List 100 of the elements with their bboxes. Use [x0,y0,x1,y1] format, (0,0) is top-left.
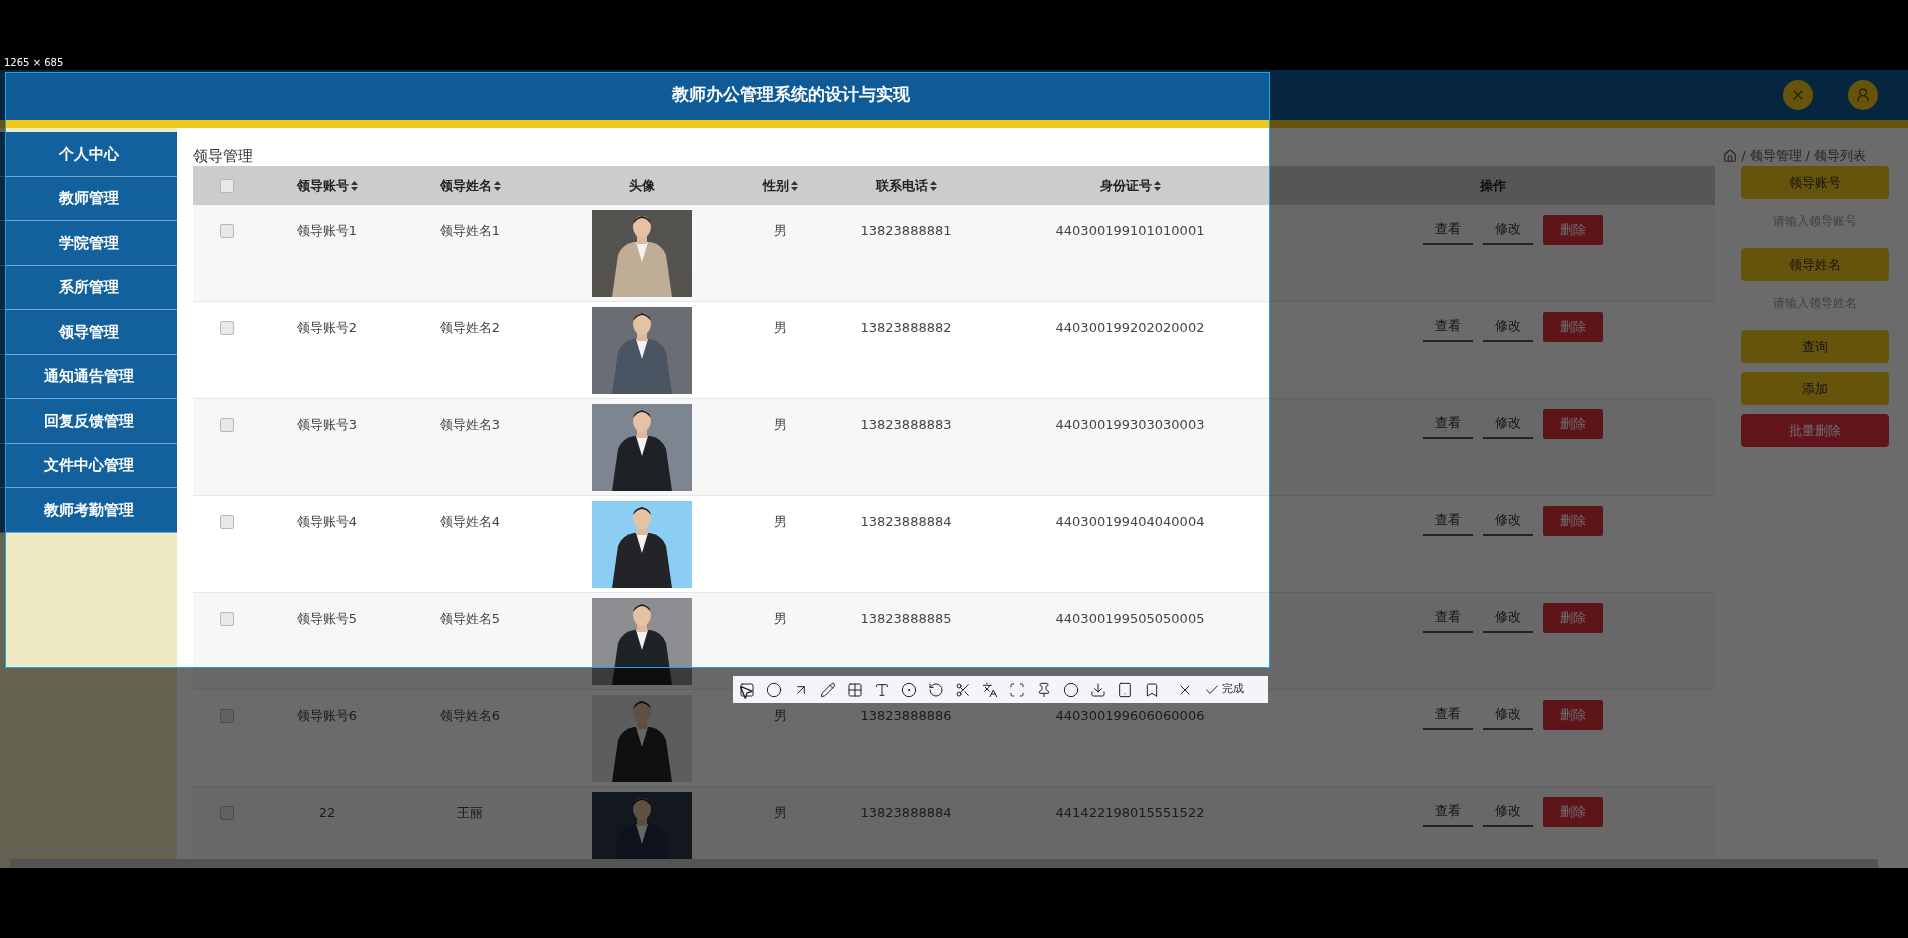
action-button[interactable]: 修改 [1482,797,1533,827]
translate-icon[interactable] [982,681,998,698]
sort-icon [493,180,501,191]
action-button[interactable]: 查看 [1422,409,1473,439]
table-cell-text: 440300199404040004 [1055,513,1205,531]
search-label: 领导姓名 [1741,248,1889,281]
search-panel-button[interactable]: 批量删除 [1741,414,1889,447]
table-cell-text: 13823888884 [860,804,952,822]
search-panel-button[interactable]: 添加 [1741,372,1889,405]
table-cell-text: 男 [773,222,787,240]
delete-button[interactable]: 删除 [1542,700,1603,730]
tablet-icon[interactable] [1117,681,1133,698]
action-button[interactable]: 查看 [1422,215,1473,245]
sidebar-item[interactable]: 学院管理 [0,221,177,266]
action-button[interactable]: 修改 [1482,506,1533,536]
sidebar-item[interactable]: 文件中心管理 [0,443,177,488]
checkbox[interactable] [219,321,234,335]
page-title: 领导管理 [193,146,253,166]
table-cell-text: 领导姓名5 [439,610,501,628]
number-marker-icon[interactable] [901,681,917,698]
cursor-icon [738,684,754,700]
sort-icon [790,180,798,191]
action-button[interactable]: 查看 [1422,312,1473,342]
column-header[interactable]: 领导姓名 [439,175,501,196]
table-cell-text: 440300199303030003 [1055,416,1205,434]
checkbox[interactable] [219,612,234,626]
bookmark-icon[interactable] [1144,681,1160,698]
table-cell-text: 领导账号3 [296,416,358,434]
column-header[interactable]: 联系电话 [875,175,937,196]
table-cell-text: 441422198015551522 [1055,804,1205,822]
action-button[interactable]: 修改 [1482,215,1533,245]
table-cell-text: 领导姓名1 [439,222,501,240]
search-panel-button[interactable]: 查询 [1741,330,1889,363]
sidebar-item[interactable]: 个人中心 [0,132,177,177]
delete-button[interactable]: 删除 [1542,603,1603,633]
pencil-icon[interactable] [820,681,836,698]
table-cell-text: 13823888884 [860,513,952,531]
checkbox[interactable] [219,515,234,529]
text-tool-icon[interactable] [874,681,890,698]
action-button[interactable]: 修改 [1482,603,1533,633]
sort-icon [1153,180,1161,191]
action-button[interactable]: 查看 [1422,797,1473,827]
table-cell-text: 13823888881 [860,222,952,240]
delete-button[interactable]: 删除 [1542,797,1603,827]
scan-icon[interactable] [1009,681,1025,698]
breadcrumb-item[interactable]: 领导管理 [1749,146,1802,166]
scissors-icon[interactable] [955,681,971,698]
action-button[interactable]: 修改 [1482,409,1533,439]
sidebar-item[interactable]: 教师管理 [0,176,177,221]
column-header[interactable]: 身份证号 [1099,175,1161,196]
delete-button[interactable]: 删除 [1542,506,1603,536]
delete-button[interactable]: 删除 [1542,409,1603,439]
column-header[interactable]: 性别 [762,175,798,196]
undo-icon[interactable] [928,681,944,698]
table-cell-text: 男 [773,707,787,725]
pin-icon[interactable] [1036,681,1052,698]
breadcrumb-separator: / [1741,147,1746,165]
column-header[interactable]: 领导账号 [296,175,358,196]
rectangle-icon[interactable] [739,681,755,698]
record-icon[interactable] [1063,681,1079,698]
download-icon[interactable] [1090,681,1106,698]
table-cell-text: 440300199505050005 [1055,610,1205,628]
breadcrumb-item[interactable]: 领导列表 [1814,146,1866,166]
ellipse-icon[interactable] [766,681,782,698]
mosaic-icon[interactable] [847,681,863,698]
checkbox[interactable] [219,178,234,193]
column-header[interactable]: 头像 [629,175,655,196]
checkbox[interactable] [219,806,234,820]
sidebar-item[interactable]: 教师考勤管理 [0,488,177,533]
action-button[interactable]: 修改 [1482,312,1533,342]
checkbox[interactable] [219,709,234,723]
horizontal-scrollbar[interactable] [10,859,1878,868]
delete-button[interactable]: 删除 [1542,312,1603,342]
column-header[interactable]: 操作 [1479,175,1506,196]
sidebar-item[interactable]: 系所管理 [0,265,177,310]
sort-icon [929,180,937,191]
sidebar-item[interactable]: 回复反馈管理 [0,399,177,444]
table-cell-text: 领导账号6 [296,707,358,725]
table-cell-text: 领导账号1 [296,222,358,240]
table-cell-text: 领导姓名3 [439,416,501,434]
table-cell-text: 13823888882 [860,319,952,337]
delete-button[interactable]: 删除 [1542,215,1603,245]
table-cell-text: 13823888886 [860,707,952,725]
table-cell-text: 440300199202020002 [1055,319,1205,337]
table-cell-text: 男 [773,319,787,337]
action-button[interactable]: 查看 [1422,506,1473,536]
action-button[interactable]: 查看 [1422,700,1473,730]
table-cell-text: 领导姓名6 [439,707,501,725]
action-button[interactable]: 查看 [1422,603,1473,633]
table-cell-text: 男 [773,513,787,531]
sidebar-item[interactable]: 领导管理 [0,310,177,355]
sidebar-item[interactable]: 通知通告管理 [0,354,177,399]
home-icon[interactable] [1723,149,1738,163]
table-cell-text: 22 [318,804,336,822]
checkbox[interactable] [219,224,234,238]
confirm-button[interactable]: 完成 [1222,681,1244,698]
checkbox[interactable] [219,418,234,432]
action-button[interactable]: 修改 [1482,700,1533,730]
table-cell-text: 领导账号4 [296,513,358,531]
table-cell-text: 男 [773,416,787,434]
